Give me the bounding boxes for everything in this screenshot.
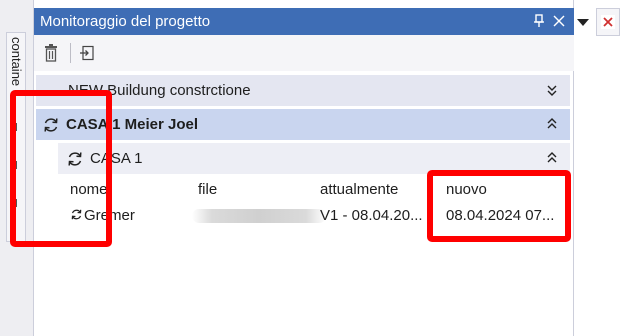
side-tab-container[interactable]: containe <box>6 32 26 242</box>
cell-name: Gremer <box>84 207 135 224</box>
trash-icon[interactable] <box>40 41 62 65</box>
toolbar <box>34 35 574 71</box>
group-header-new-building[interactable]: NEW Buildung constrctione <box>36 75 570 106</box>
group-label: NEW Buildung constrctione <box>68 82 251 99</box>
group-header-casa1[interactable]: CASA 1 <box>58 143 570 174</box>
sync-icon[interactable] <box>66 150 84 171</box>
toolbar-separator <box>70 43 71 63</box>
document-tab[interactable] <box>596 8 620 36</box>
sync-icon[interactable] <box>42 116 60 137</box>
close-icon <box>601 15 615 29</box>
side-tab-hidden-labels <box>15 123 17 233</box>
double-chevron-up-icon[interactable] <box>544 116 560 132</box>
cell-current: V1 - 08.04.20... <box>320 207 423 224</box>
export-icon[interactable] <box>76 41 98 65</box>
cell-file-redacted <box>192 209 326 223</box>
title-bar: Monitoraggio del progetto <box>34 8 574 35</box>
column-header-new[interactable]: nuovo <box>446 181 487 198</box>
column-header-file[interactable]: file <box>198 181 217 198</box>
cell-new: 08.04.2024 07... <box>446 207 555 224</box>
group-label: CASA 1 Meier Joel <box>66 116 198 133</box>
right-dock-area <box>574 0 620 336</box>
dropdown-arrow-icon[interactable] <box>577 14 589 30</box>
group-label: CASA 1 <box>90 150 143 167</box>
close-icon[interactable] <box>550 12 568 30</box>
double-chevron-down-icon[interactable] <box>544 82 560 98</box>
column-header-name[interactable]: nome <box>70 181 108 198</box>
window-title: Monitoraggio del progetto <box>40 13 211 30</box>
pin-icon[interactable] <box>530 12 548 30</box>
left-autohide-strip: containe <box>0 0 34 336</box>
column-header-current[interactable]: attualmente <box>320 181 398 198</box>
double-chevron-up-icon[interactable] <box>544 150 560 166</box>
side-tab-label: containe <box>9 37 24 87</box>
table-row[interactable]: Gremer V1 - 08.04.20... 08.04.2024 07... <box>58 205 570 227</box>
project-monitor-window: Monitoraggio del progetto NEW Buildung c… <box>34 0 574 336</box>
group-header-casa1-meier[interactable]: CASA 1 Meier Joel <box>36 109 570 140</box>
sync-icon <box>70 208 83 224</box>
